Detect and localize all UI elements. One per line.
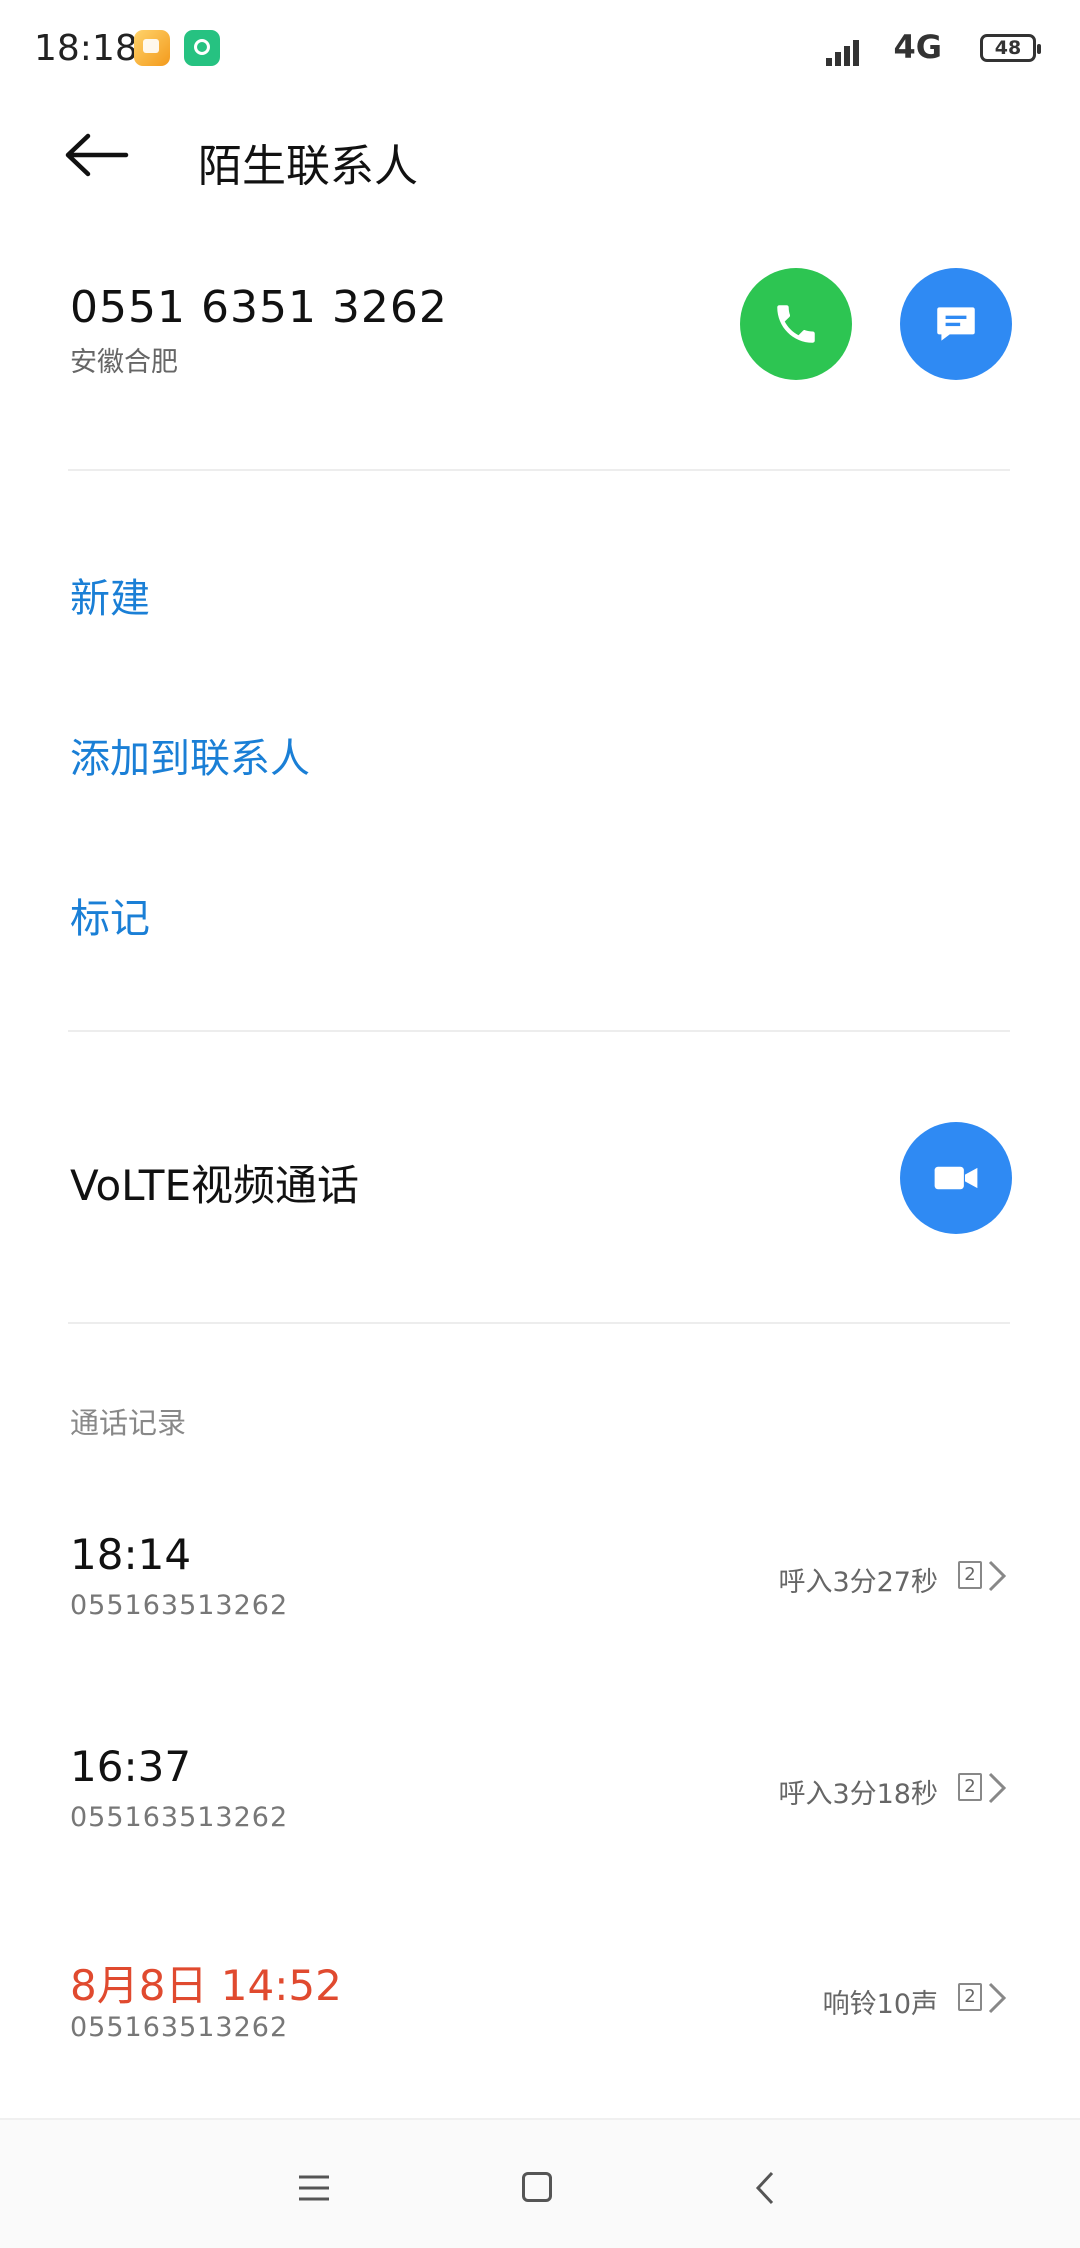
video-call-button[interactable] bbox=[900, 1122, 1012, 1234]
call-time: 18:14 bbox=[70, 1530, 192, 1579]
divider bbox=[68, 1030, 1010, 1032]
status-time: 18:18 bbox=[34, 28, 138, 69]
phone-number: 0551 6351 3262 bbox=[70, 282, 448, 333]
phone-icon bbox=[777, 305, 815, 343]
sim-badge: 2 bbox=[958, 1561, 982, 1589]
call-number: 055163513262 bbox=[70, 1802, 289, 1833]
video-camera-icon bbox=[934, 1166, 978, 1190]
chevron-right-icon[interactable] bbox=[986, 1980, 1008, 2016]
call-time: 16:37 bbox=[70, 1742, 192, 1791]
message-button[interactable] bbox=[900, 268, 1012, 380]
sim-badge: 2 bbox=[958, 1773, 982, 1801]
chat-bubble-icon bbox=[937, 307, 975, 341]
chevron-right-icon[interactable] bbox=[986, 1770, 1008, 1806]
call-time: 8月8日 14:52 bbox=[70, 1961, 342, 2010]
call-description: 呼入3分27秒 bbox=[778, 1567, 938, 1598]
notification-app-icon-2 bbox=[184, 30, 220, 66]
nav-back-icon[interactable] bbox=[754, 2170, 776, 2206]
divider bbox=[68, 469, 1010, 471]
menu-icon[interactable] bbox=[297, 2174, 331, 2202]
call-number: 055163513262 bbox=[70, 1590, 289, 1621]
home-icon[interactable] bbox=[522, 2172, 552, 2202]
add-to-contacts-link[interactable]: 添加到联系人 bbox=[70, 726, 310, 784]
call-history-title: 通话记录 bbox=[70, 1406, 187, 1440]
new-contact-link[interactable]: 新建 bbox=[70, 566, 150, 624]
chevron-right-icon[interactable] bbox=[986, 1558, 1008, 1594]
signal-icon bbox=[826, 34, 866, 66]
sim-badge: 2 bbox=[958, 1983, 982, 2011]
mark-number-link[interactable]: 标记 bbox=[70, 886, 150, 944]
call-number: 055163513262 bbox=[70, 2012, 289, 2043]
network-type: 4G bbox=[893, 28, 942, 66]
call-button[interactable] bbox=[740, 268, 852, 380]
number-location: 安徽合肥 bbox=[70, 347, 178, 378]
call-description: 响铃10声 bbox=[822, 1989, 938, 2020]
volte-video-call-label: VoLTE视频通话 bbox=[70, 1161, 359, 1210]
divider bbox=[68, 1322, 1010, 1324]
back-arrow-icon[interactable] bbox=[64, 130, 134, 180]
battery-icon: 48 bbox=[980, 34, 1041, 62]
notification-app-icon bbox=[134, 30, 170, 66]
call-description: 呼入3分18秒 bbox=[778, 1779, 938, 1810]
page-title: 陌生联系人 bbox=[198, 141, 418, 192]
